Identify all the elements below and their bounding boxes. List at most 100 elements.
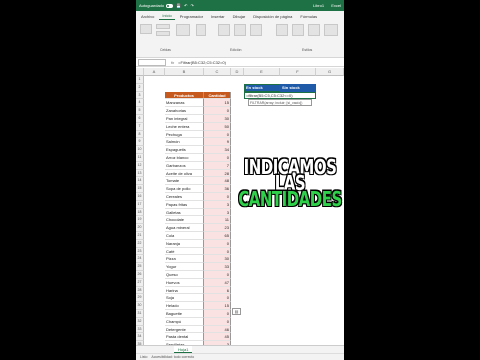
row-number[interactable]: 12 [136, 161, 144, 170]
accessibility-status[interactable]: Accesibilidad: todo correcto [151, 355, 194, 359]
row-number[interactable]: 27 [136, 278, 144, 287]
column-header[interactable]: C [204, 68, 231, 76]
product-cell[interactable]: Leche entera [165, 122, 204, 131]
product-cell[interactable]: Galletas [165, 208, 204, 217]
row-number[interactable]: 31 [136, 310, 144, 318]
quantity-cell[interactable]: 3 [204, 208, 231, 217]
product-cell[interactable]: Helado [165, 302, 204, 310]
row-number[interactable]: 21 [136, 232, 144, 240]
row-number[interactable]: 22 [136, 239, 144, 248]
product-cell[interactable]: Zanahorias [165, 107, 204, 115]
row-number[interactable]: 17 [136, 200, 144, 209]
row-number[interactable]: 29 [136, 294, 144, 303]
column-header[interactable]: A [144, 68, 165, 76]
sheet-tab[interactable]: Hoja1 [174, 346, 193, 353]
quantity-cell[interactable]: 28 [204, 169, 231, 178]
quantity-cell[interactable]: 50 [204, 122, 231, 131]
cell-styles-button[interactable] [324, 24, 338, 36]
quantity-cell[interactable]: 0 [204, 310, 231, 318]
row-number[interactable]: 19 [136, 216, 144, 225]
row-number[interactable]: 3 [136, 91, 144, 100]
quantity-cell[interactable]: 0 [204, 154, 231, 162]
row-number[interactable]: 28 [136, 286, 144, 295]
product-cell[interactable]: Arroz blanco [165, 154, 204, 162]
column-header[interactable]: B [165, 68, 204, 76]
product-cell[interactable]: Sopa de pollo [165, 185, 204, 193]
quantity-cell[interactable]: 46 [204, 325, 231, 334]
product-cell[interactable]: Manzanas [165, 99, 204, 108]
row-number[interactable]: 2 [136, 83, 144, 92]
product-cell[interactable]: Cola [165, 232, 204, 240]
row-number[interactable]: 26 [136, 271, 144, 279]
paste-options-icon[interactable]: ▤ [232, 308, 241, 315]
quantity-cell[interactable]: 0 [204, 317, 231, 326]
quantity-cell[interactable]: 23 [204, 224, 231, 232]
tab-inicio[interactable]: Inicio [159, 13, 175, 20]
products-header[interactable]: Productos [165, 91, 204, 100]
conditional-format-button[interactable] [308, 24, 320, 36]
quantity-cell[interactable]: 15 [204, 302, 231, 310]
column-header[interactable]: D [231, 68, 244, 76]
quantity-cell[interactable]: 34 [204, 146, 231, 154]
align-buttons[interactable] [176, 24, 190, 36]
product-cell[interactable]: Queso [165, 271, 204, 279]
quantity-cell[interactable]: 48 [204, 177, 231, 186]
quantity-cell[interactable]: 6 [204, 286, 231, 295]
row-number[interactable]: 14 [136, 177, 144, 186]
row-number[interactable]: 23 [136, 247, 144, 256]
product-cell[interactable]: Soja [165, 294, 204, 303]
quantity-cell[interactable]: 47 [204, 278, 231, 287]
quantity-cell[interactable]: 0 [204, 294, 231, 303]
undo-icon[interactable]: ↶ [184, 3, 187, 8]
save-icon[interactable]: 💾 [176, 3, 181, 8]
row-number[interactable]: 18 [136, 208, 144, 217]
row-number[interactable]: 7 [136, 122, 144, 131]
product-cell[interactable]: Yogur [165, 263, 204, 271]
redo-icon[interactable]: ↷ [190, 3, 193, 8]
delete-cells-button[interactable] [234, 24, 246, 36]
quantity-cell[interactable]: 15 [204, 99, 231, 108]
product-cell[interactable]: Aceite de oliva [165, 169, 204, 178]
quantity-cell[interactable]: 30 [204, 255, 231, 264]
product-cell[interactable]: Garbanzos [165, 161, 204, 170]
row-number[interactable]: 6 [136, 115, 144, 123]
row-number[interactable]: 34 [136, 333, 144, 342]
product-cell[interactable]: Pan integral [165, 115, 204, 123]
fx-icon[interactable]: fx [171, 60, 174, 65]
insert-cells-button[interactable] [218, 24, 230, 36]
product-cell[interactable]: Champú [165, 317, 204, 326]
product-cell[interactable]: Chocolate [165, 216, 204, 225]
product-cell[interactable]: Espaguetis [165, 146, 204, 154]
font-box[interactable] [156, 24, 170, 29]
row-number[interactable]: 9 [136, 138, 144, 147]
product-cell[interactable]: Naranja [165, 239, 204, 248]
row-number[interactable]: 33 [136, 325, 144, 334]
quantity-cell[interactable]: 33 [204, 263, 231, 271]
product-cell[interactable]: Café [165, 247, 204, 256]
format-cells-button[interactable] [250, 24, 262, 36]
column-header[interactable]: G [316, 68, 344, 76]
cell-edit-input[interactable]: =filtrar(B5:C5,C5:C32<=0) [244, 92, 316, 99]
product-cell[interactable]: Pizza [165, 255, 204, 264]
row-number[interactable]: 13 [136, 169, 144, 178]
column-header[interactable]: E [244, 68, 280, 76]
sum-button[interactable] [276, 24, 288, 36]
product-cell[interactable]: Agua mineral [165, 224, 204, 232]
font-format-buttons[interactable] [156, 31, 170, 36]
row-number[interactable]: 10 [136, 146, 144, 154]
quantity-cell[interactable]: 0 [204, 193, 231, 201]
product-cell[interactable]: Pechuga [165, 130, 204, 139]
quantity-cell[interactable]: 9 [204, 138, 231, 147]
row-number[interactable]: 16 [136, 193, 144, 201]
product-cell[interactable]: Salmón [165, 138, 204, 147]
quantity-cell[interactable]: 45 [204, 333, 231, 342]
product-cell[interactable]: Huevos [165, 278, 204, 287]
row-number[interactable]: 1 [136, 76, 144, 84]
quantity-cell[interactable]: 65 [204, 232, 231, 240]
quantity-cell[interactable]: 11 [204, 216, 231, 225]
column-header[interactable]: F [280, 68, 316, 76]
row-number[interactable]: 5 [136, 107, 144, 115]
product-cell[interactable]: Harina [165, 286, 204, 295]
quantity-cell[interactable]: 0 [204, 239, 231, 248]
select-all-corner[interactable] [136, 68, 144, 76]
